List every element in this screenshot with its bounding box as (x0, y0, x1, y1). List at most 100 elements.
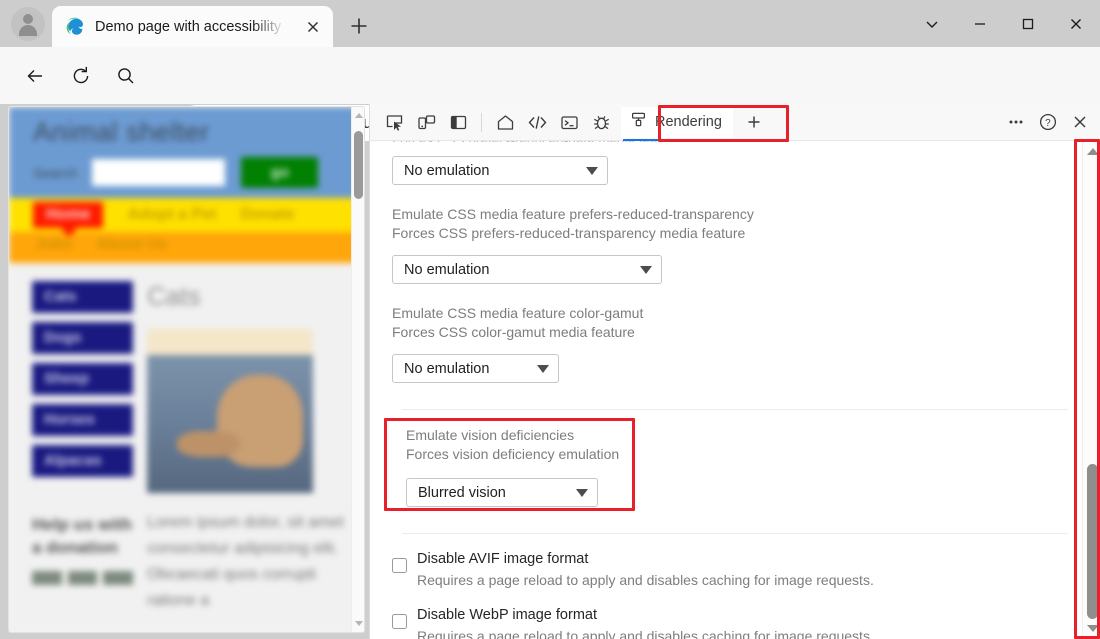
setting-color-gamut: Emulate CSS media feature color-gamut Fo… (392, 304, 1078, 383)
dock-side-icon[interactable] (442, 107, 474, 137)
rendering-brush-icon (630, 111, 647, 133)
setting-prefers-reduced-transparency: Emulate CSS media feature prefers-reduce… (392, 205, 1078, 284)
site-side-button-dogs[interactable]: Dogs (32, 322, 133, 354)
devtools-more-tools-ellipsis-icon[interactable] (1000, 107, 1032, 137)
chevron-down-icon (537, 365, 549, 373)
select-color-gamut[interactable]: No emulation (392, 354, 559, 383)
site-nav-item-about[interactable]: About Us (96, 236, 167, 254)
site-main-content: Cats Lorem ipsum dolor, sit amet consect… (133, 281, 364, 614)
devtools-close-icon[interactable] (1064, 107, 1096, 137)
section-divider (402, 533, 1068, 534)
site-go-button[interactable]: go (241, 157, 318, 188)
site-side-button-alpacas[interactable]: Alpacas (32, 445, 133, 477)
devtools-scroll-thumb[interactable] (1087, 464, 1098, 619)
page-scroll-thumb[interactable] (354, 131, 363, 199)
select-prefers-reduced-transparency[interactable]: No emulation (392, 255, 662, 284)
new-tab-button[interactable] (345, 12, 373, 40)
setting-title: Emulate vision deficiencies (406, 426, 1078, 445)
checkbox-subtitle: Requires a page reload to apply and disa… (417, 626, 874, 639)
select-vision-deficiencies-value: Blurred vision (418, 485, 506, 501)
select-color-gamut-value: No emulation (404, 361, 489, 377)
console-panel-icon[interactable] (553, 107, 585, 137)
checkbox-row-disable-webp[interactable]: Disable WebP image format Requires a pag… (392, 604, 1078, 639)
site-sidebar: Cats Dogs Sheep Horses Alpacas Help us w… (9, 281, 133, 614)
site-nav-item-adopt[interactable]: Adopt a Pet (127, 206, 216, 224)
site-nav: Home Adopt a Pet Donate Jobs About Us (9, 198, 364, 263)
setting-subtitle: Forces CSS color-gamut media feature (392, 323, 1078, 342)
setting-title: Emulate CSS media feature color-gamut (392, 304, 1078, 323)
section-divider (402, 409, 1068, 410)
chevron-down-icon (576, 489, 588, 497)
select-vision-deficiencies[interactable]: Blurred vision (406, 478, 598, 507)
select-prefers-reduced-data-value: No emulation (404, 163, 489, 179)
chevron-down-icon (586, 167, 598, 175)
setting-vision-deficiencies: Emulate vision deficiencies Forces visio… (392, 426, 1078, 507)
devtools-add-tab-button[interactable] (739, 107, 769, 137)
site-search-input[interactable] (92, 159, 225, 186)
site-side-button-cats[interactable]: Cats (32, 281, 133, 313)
issues-bug-icon[interactable] (585, 107, 617, 137)
tab-rendering-label: Rendering (655, 114, 722, 130)
site-nav-item-jobs[interactable]: Jobs (35, 236, 72, 254)
site-side-button-horses[interactable]: Horses (32, 404, 133, 436)
site-nav-item-home[interactable]: Home (33, 202, 103, 228)
setting-prefers-reduced-data: No emulation (392, 156, 1078, 185)
page-scroll-up-icon[interactable] (355, 113, 363, 118)
site-side-button-sheep[interactable]: Sheep (32, 363, 133, 395)
devtools-toolbar-right: ? (1000, 107, 1096, 137)
minimize-icon[interactable] (956, 0, 1004, 47)
search-icon[interactable] (111, 61, 141, 91)
elements-panel-icon[interactable] (521, 107, 553, 137)
devtools-scrollbar[interactable] (1082, 141, 1100, 639)
welcome-home-icon[interactable] (489, 107, 521, 137)
page-viewport[interactable]: Animal shelter Search go Home Adopt a Pe… (8, 106, 365, 633)
site-header: Animal shelter Search go (9, 107, 364, 198)
rendered-page-blurred: Animal shelter Search go Home Adopt a Pe… (9, 107, 364, 632)
tab-actions-chevron-down-icon[interactable] (908, 0, 956, 47)
rendering-settings-list: Forces CSS prefers-reduced-data media fe… (370, 141, 1078, 639)
page-scrollbar[interactable] (351, 107, 364, 632)
toolbar-divider (481, 113, 482, 132)
devtools-toolbar: Rendering ? (370, 104, 1100, 141)
tab-title: Demo page with accessibility issu (95, 19, 287, 35)
page-scroll-down-icon[interactable] (355, 621, 363, 626)
window-controls (908, 0, 1100, 47)
site-title: Animal shelter (33, 117, 364, 148)
setting-subtitle: Forces CSS prefers-reduced-transparency … (392, 224, 1078, 243)
edge-logo-icon (65, 17, 84, 36)
site-paragraph: Lorem ipsum dolor, sit amet consectetur … (147, 510, 350, 614)
clipped-setting-description: Forces CSS prefers-reduced-data media fe… (392, 141, 1078, 142)
rendering-panel-body: Forces CSS prefers-reduced-data media fe… (370, 141, 1100, 639)
scroll-down-icon[interactable] (1087, 625, 1099, 632)
maximize-icon[interactable] (1004, 0, 1052, 47)
cat-photo (147, 329, 313, 493)
site-body: Cats Dogs Sheep Horses Alpacas Help us w… (9, 263, 364, 614)
tab-strip: Demo page with accessibility issu (0, 0, 1100, 47)
inspect-element-icon[interactable] (378, 107, 410, 137)
device-emulation-icon[interactable] (410, 107, 442, 137)
checkbox-disable-webp[interactable] (392, 614, 407, 629)
scroll-up-icon[interactable] (1087, 148, 1099, 155)
svg-text:?: ? (1045, 118, 1051, 129)
window-close-icon[interactable] (1052, 0, 1100, 47)
browser-tab[interactable]: Demo page with accessibility issu (52, 6, 333, 47)
tab-close-icon[interactable] (303, 17, 323, 37)
setting-subtitle: Forces vision deficiency emulation (406, 445, 1078, 464)
checkbox-disable-avif[interactable] (392, 558, 407, 573)
navigation-toolbar: microsoftedge.github.io/Demos/devtools-a… (0, 47, 1100, 104)
checkbox-subtitle: Requires a page reload to apply and disa… (417, 570, 874, 590)
site-nav-item-donate[interactable]: Donate (240, 206, 294, 224)
checkbox-row-disable-avif[interactable]: Disable AVIF image format Requires a pag… (392, 548, 1078, 590)
select-prefers-reduced-data[interactable]: No emulation (392, 156, 608, 185)
site-search-label: Search (33, 165, 77, 181)
browser-window: Demo page with accessibility issu (0, 0, 1100, 639)
site-donation-text: Help us with a donation (32, 513, 133, 559)
back-arrow-icon[interactable] (20, 61, 50, 91)
devtools-panel: Rendering ? (369, 104, 1100, 639)
site-donation-buttons[interactable] (32, 571, 133, 585)
refresh-icon[interactable] (66, 61, 96, 91)
profile-button[interactable] (11, 7, 45, 41)
tab-rendering[interactable]: Rendering (621, 107, 733, 138)
site-content-heading: Cats (147, 281, 350, 312)
devtools-help-circle-icon[interactable]: ? (1032, 107, 1064, 137)
